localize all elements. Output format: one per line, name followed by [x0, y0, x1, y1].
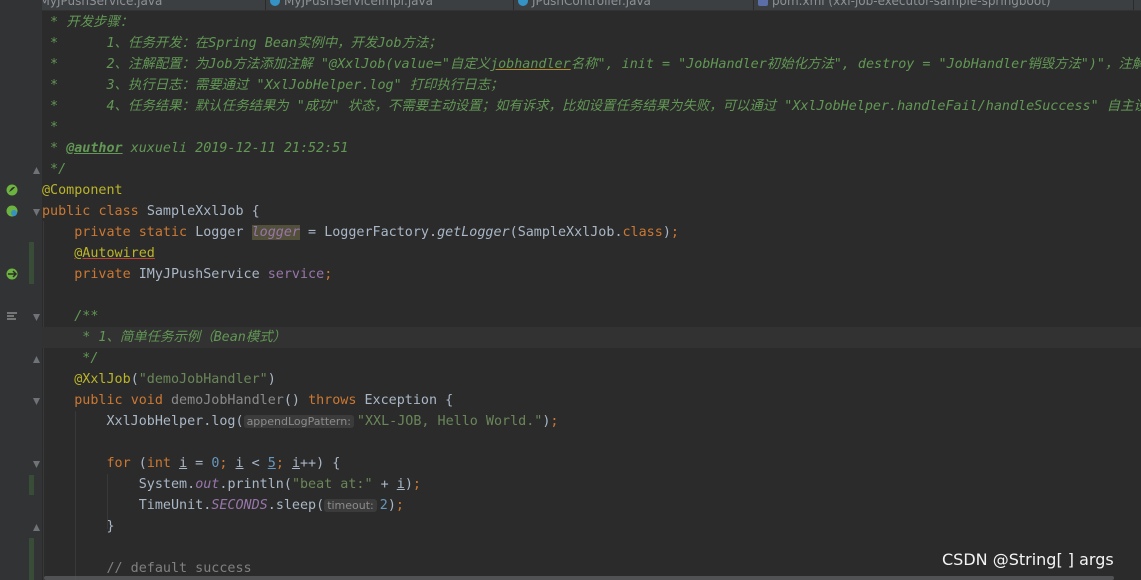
- autowired-bean-icon[interactable]: [6, 268, 18, 280]
- code-editor[interactable]: * 开发步骤： * 1、任务开发：在Spring Bean实例中，开发Job方法…: [42, 11, 1141, 580]
- java-class-icon: [270, 0, 280, 6]
- code-line: @Autowired: [74, 246, 155, 261]
- code-line: *: [42, 120, 59, 135]
- fold-end-icon[interactable]: [33, 356, 40, 363]
- spring-bean-class-icon[interactable]: [6, 205, 18, 217]
- code-line-current: * 1、简单任务示例（Bean模式）: [42, 327, 1141, 348]
- tab-label: JPushController.java: [532, 0, 651, 8]
- tab-myjpushserviceimpl[interactable]: MyJPushServiceImpl.java: [266, 0, 514, 10]
- spring-bean-icon[interactable]: [6, 184, 18, 196]
- fold-end-icon[interactable]: [33, 167, 40, 174]
- code-line: public void demoJobHandler() throws Exce…: [74, 393, 454, 408]
- code-line: for (int i = 0; i < 5; i++) {: [106, 456, 341, 471]
- tab-imyjpushservice[interactable]: IMyJPushService.java: [18, 0, 266, 10]
- code-line: * 开发步骤：: [42, 15, 134, 30]
- code-line: public class SampleXxlJob {: [42, 204, 260, 219]
- code-line: private IMyJPushService service;: [74, 267, 333, 282]
- code-line: * @author xuxueli 2019-12-11 21:52:51: [42, 141, 349, 156]
- code-line: private static Logger logger = LoggerFac…: [74, 225, 679, 240]
- csdn-watermark: CSDN @String[ ] args: [942, 550, 1114, 569]
- change-marker[interactable]: [29, 475, 34, 495]
- code-line: @Component: [42, 183, 123, 198]
- tab-label: pom.xml (xxl-job-executor-sample-springb…: [772, 0, 1051, 8]
- change-marker[interactable]: [29, 538, 34, 580]
- code-line: */: [74, 351, 99, 366]
- code-line: * 2、注解配置：为Job方法添加注解 "@XxlJob(value="自定义j…: [42, 57, 1141, 72]
- editor-tab-bar: IMyJPushService.java MyJPushServiceImpl.…: [0, 0, 1141, 11]
- maven-icon: [758, 0, 768, 6]
- documentation-icon[interactable]: [6, 310, 18, 322]
- code-line: }: [42, 519, 115, 534]
- fold-start-icon[interactable]: [33, 461, 40, 468]
- fold-start-icon[interactable]: [33, 209, 40, 216]
- tab-label: MyJPushServiceImpl.java: [284, 0, 433, 8]
- code-line: * 3、执行日志：需要通过 "XxlJobHelper.log" 打印执行日志；: [42, 78, 504, 93]
- java-class-icon: [518, 0, 528, 6]
- code-line: * 4、任务结果：默认任务结果为 "成功" 状态，不需要主动设置；如有诉求，比如…: [42, 99, 1141, 114]
- tab-label: IMyJPushService.java: [36, 0, 163, 8]
- code-line: @XxlJob("demoJobHandler"): [74, 372, 276, 387]
- parameter-hint: timeout:: [324, 499, 377, 512]
- horizontal-scrollbar[interactable]: [44, 576, 1114, 580]
- fold-start-icon[interactable]: [33, 398, 40, 405]
- code-line: System.out.println("beat at:" + i);: [138, 477, 421, 492]
- editor-gutter: [0, 0, 42, 580]
- change-marker[interactable]: [29, 242, 34, 284]
- code-line: /**: [74, 309, 99, 324]
- code-line: * 1、任务开发：在Spring Bean实例中，开发Job方法；: [42, 36, 442, 51]
- code-line: */: [42, 162, 67, 177]
- fold-end-icon[interactable]: [33, 524, 40, 531]
- code-line: XxlJobHelper.log(appendLogPattern: "XXL-J…: [106, 414, 559, 429]
- parameter-hint: appendLogPattern:: [243, 415, 354, 428]
- tab-jpushcontroller[interactable]: JPushController.java: [514, 0, 754, 10]
- code-line: TimeUnit.SECONDS.sleep(timeout: 2);: [138, 498, 404, 513]
- fold-start-icon[interactable]: [33, 314, 40, 321]
- tab-pom-xml[interactable]: pom.xml (xxl-job-executor-sample-springb…: [754, 0, 1134, 10]
